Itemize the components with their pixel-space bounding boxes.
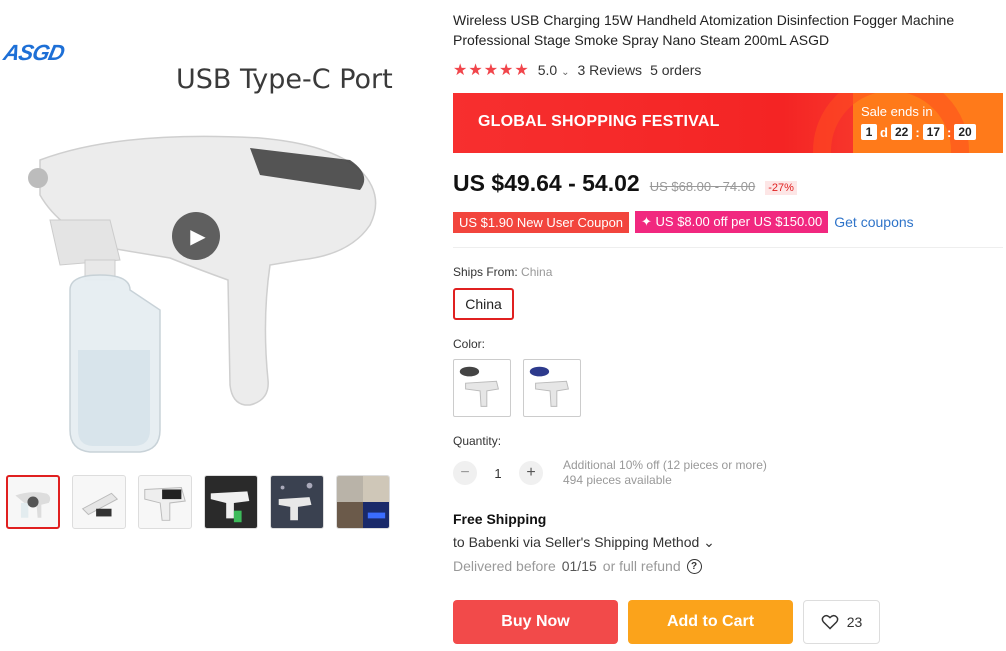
ships-from-label: Ships From: China bbox=[453, 265, 553, 279]
quantity-value[interactable]: 1 bbox=[491, 466, 505, 481]
countdown-timer: 1 d 22 : 17 : 20 bbox=[861, 124, 976, 140]
delivery-estimate: Delivered before 01/15 or full refund ? bbox=[453, 558, 702, 574]
coupon-row: US $1.90 New User Coupon ✦ US $8.00 off … bbox=[453, 211, 914, 233]
quantity-info: Additional 10% off (12 pieces or more) 4… bbox=[563, 458, 767, 488]
add-to-cart-button[interactable]: Add to Cart bbox=[628, 600, 793, 644]
thumbnail-4[interactable] bbox=[204, 475, 258, 529]
price-row: US $49.64 - 54.02 US $68.00 - 74.00 -27% bbox=[453, 170, 797, 197]
shipping-method-selector[interactable]: to Babenki via Seller's Shipping Method … bbox=[453, 534, 715, 551]
original-price: US $68.00 - 74.00 bbox=[649, 179, 756, 194]
banner-title: GLOBAL SHOPPING FESTIVAL bbox=[478, 113, 720, 130]
quantity-increase-button[interactable]: + bbox=[519, 461, 543, 485]
product-title: Wireless USB Charging 15W Handheld Atomi… bbox=[453, 12, 955, 48]
rating-row: ★★★★★ 5.0 ⌄ 3 Reviews 5 orders bbox=[453, 60, 701, 80]
star-rating-icon: ★★★★★ bbox=[453, 62, 530, 79]
countdown-days-unit: d bbox=[880, 124, 888, 140]
help-icon[interactable]: ? bbox=[686, 558, 702, 574]
image-caption: USB Type-C Port bbox=[176, 64, 393, 95]
rating-caret-icon: ⌄ bbox=[561, 67, 570, 78]
buy-now-button[interactable]: Buy Now bbox=[453, 600, 618, 644]
orders-count: 5 orders bbox=[650, 62, 702, 78]
quantity-decrease-button[interactable]: − bbox=[453, 461, 477, 485]
heart-icon bbox=[821, 614, 839, 630]
wishlist-button[interactable]: 23 bbox=[803, 600, 880, 644]
color-option-2[interactable] bbox=[523, 359, 581, 417]
ships-from-option-china[interactable]: China bbox=[453, 288, 514, 320]
countdown-minutes: 17 bbox=[922, 124, 945, 140]
thumbnail-strip bbox=[6, 475, 390, 529]
countdown-days: 1 bbox=[861, 124, 877, 140]
thumbnail-3[interactable] bbox=[138, 475, 192, 529]
brand-logo: ASGD bbox=[1, 40, 67, 65]
countdown-seconds: 20 bbox=[954, 124, 976, 140]
promo-banner[interactable]: GLOBAL SHOPPING FESTIVAL Sale ends in 1 … bbox=[453, 93, 1003, 153]
new-user-coupon[interactable]: US $1.90 New User Coupon bbox=[453, 211, 630, 233]
play-video-button[interactable]: ▶ bbox=[172, 212, 220, 260]
reviews-link[interactable]: 3 Reviews bbox=[577, 62, 642, 78]
rating-value[interactable]: 5.0 ⌄ bbox=[538, 62, 570, 78]
store-coupon[interactable]: ✦ US $8.00 off per US $150.00 bbox=[635, 211, 829, 233]
bulk-discount-note: Additional 10% off (12 pieces or more) bbox=[563, 458, 767, 472]
get-coupons-link[interactable]: Get coupons bbox=[834, 214, 913, 230]
color-option-1[interactable] bbox=[453, 359, 511, 417]
countdown-sep: : bbox=[947, 124, 952, 140]
divider bbox=[453, 247, 1003, 248]
action-buttons: Buy Now Add to Cart 23 bbox=[453, 600, 880, 644]
discount-badge: -27% bbox=[765, 181, 797, 195]
color-label: Color: bbox=[453, 337, 486, 351]
banner-countdown-panel bbox=[813, 93, 1003, 153]
color-options bbox=[453, 359, 581, 417]
current-price: US $49.64 - 54.02 bbox=[453, 170, 640, 196]
available-count: 494 pieces available bbox=[563, 473, 672, 487]
thumbnail-5[interactable] bbox=[270, 475, 324, 529]
quantity-stepper: − 1 + Additional 10% off (12 pieces or m… bbox=[453, 458, 767, 488]
countdown-hours: 22 bbox=[890, 124, 913, 140]
delivery-date: 01/15 bbox=[561, 558, 597, 574]
thumbnail-2[interactable] bbox=[72, 475, 126, 529]
shipping-title: Free Shipping bbox=[453, 511, 547, 527]
countdown-sep: : bbox=[915, 124, 920, 140]
wishlist-count: 23 bbox=[846, 614, 863, 630]
thumbnail-6[interactable] bbox=[336, 475, 390, 529]
quantity-label: Quantity: bbox=[453, 434, 502, 448]
play-icon: ▶ bbox=[190, 225, 206, 248]
thumbnail-1[interactable] bbox=[6, 475, 60, 529]
product-gallery: ASGD USB Type-C Port ▶ bbox=[0, 0, 440, 651]
sale-ends-label: Sale ends in bbox=[861, 104, 933, 119]
